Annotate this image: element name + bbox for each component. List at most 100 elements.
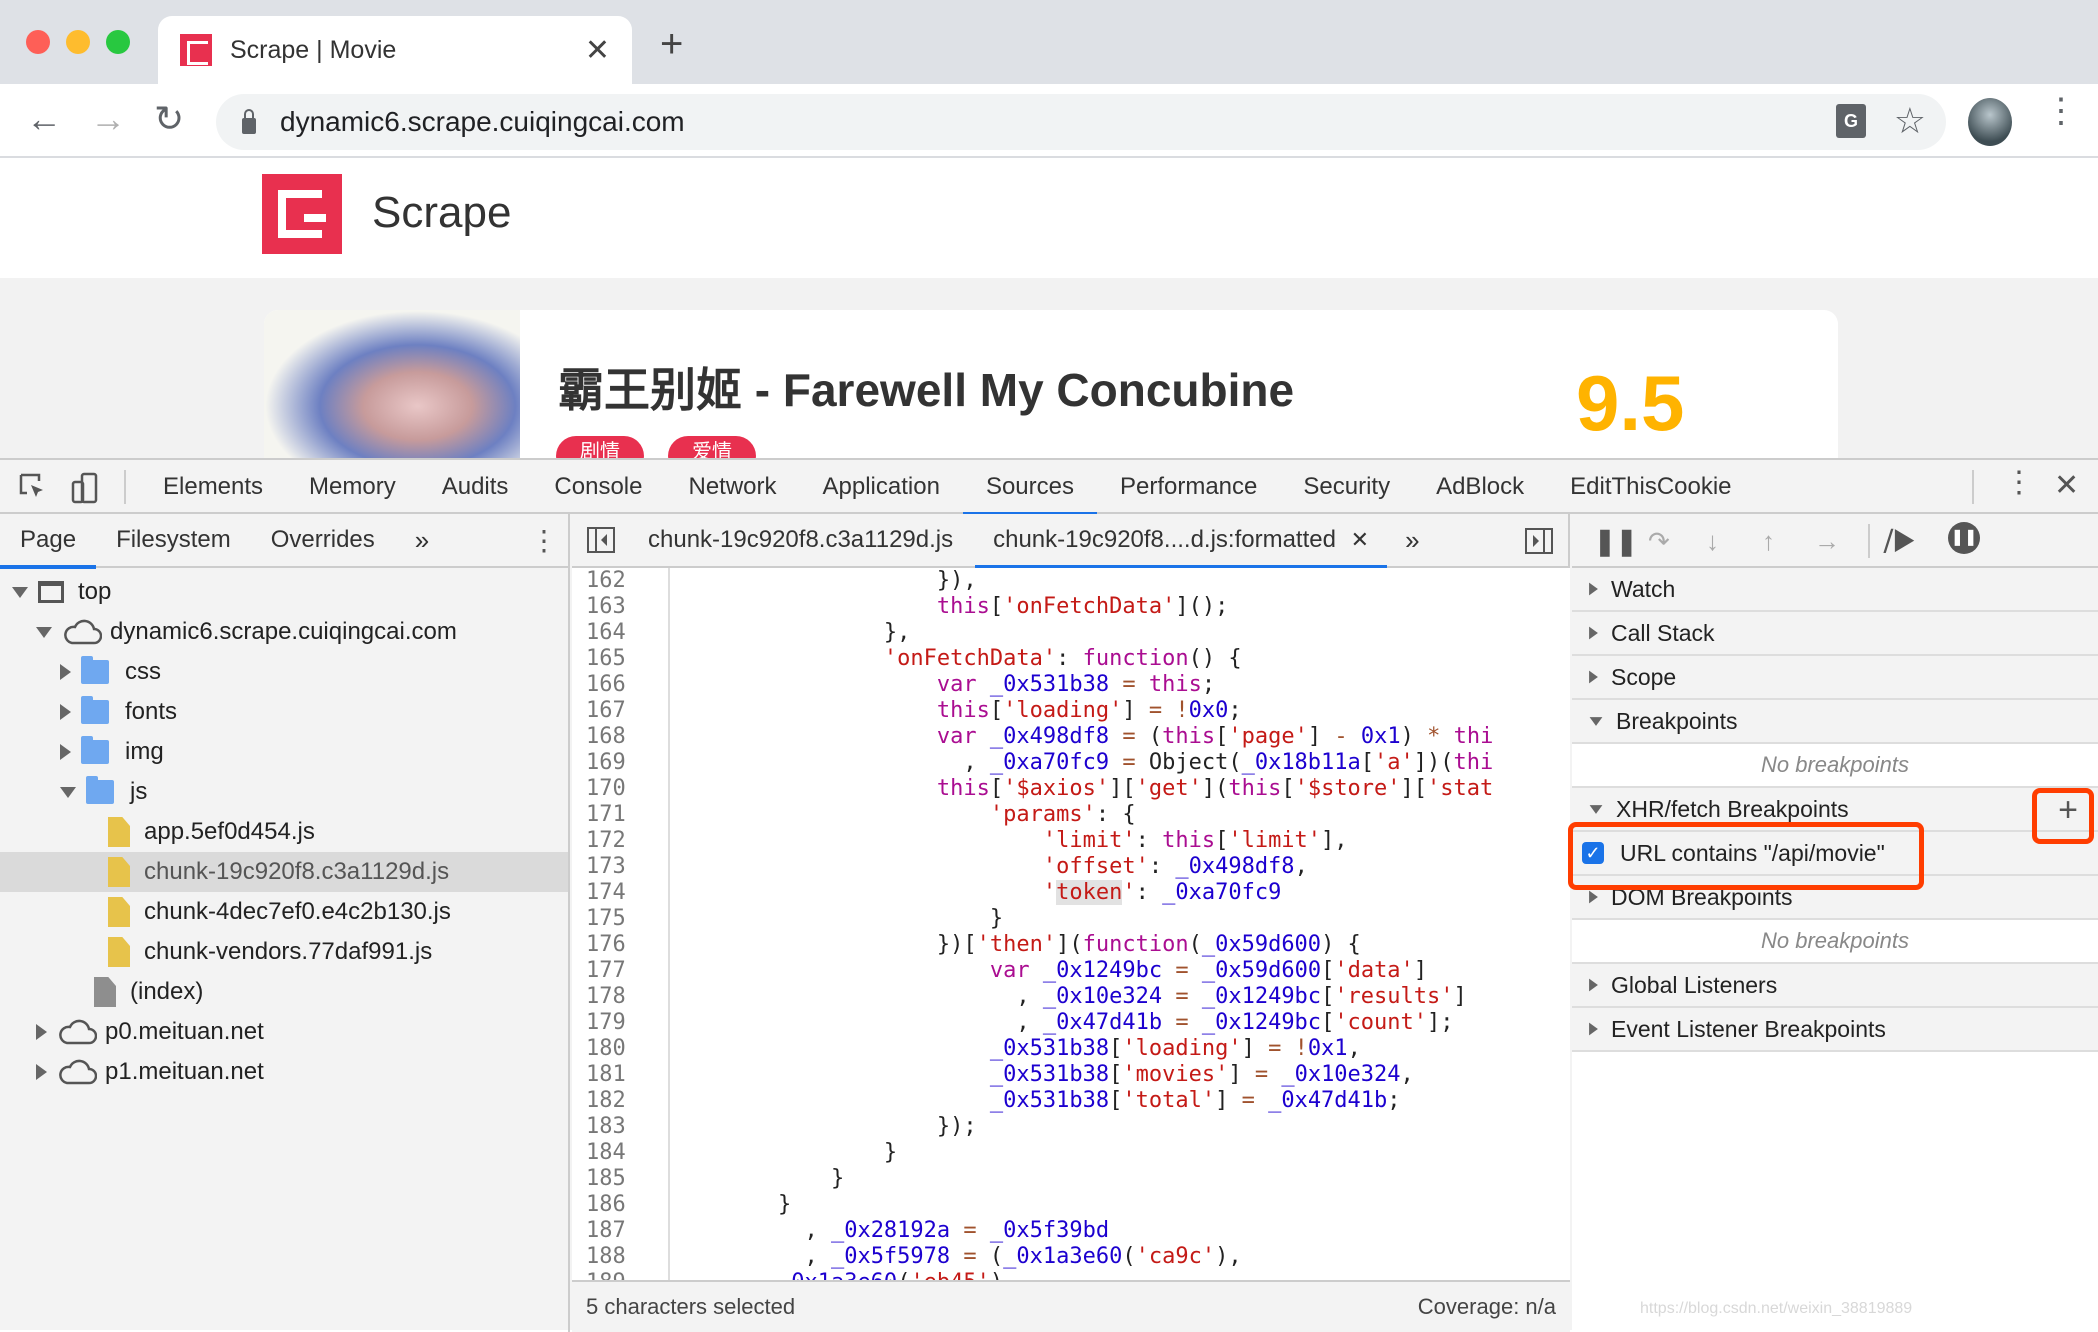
code-line[interactable]: } [672,1166,1570,1192]
tree-item-js-file[interactable]: app.5ef0d454.js [0,812,568,852]
close-tab-icon[interactable]: ✕ [585,33,610,68]
line-number[interactable]: 188 [572,1244,668,1270]
navigator-tab-overrides[interactable]: Overrides [251,513,395,567]
line-number[interactable]: 187 [572,1218,668,1244]
section-callstack[interactable]: Call Stack [1572,612,2098,656]
devtools-tab-network[interactable]: Network [665,460,799,514]
deactivate-breakpoints-icon[interactable]: ⧸▶ [1884,526,1916,558]
line-number[interactable]: 167 [572,698,668,724]
code-lines[interactable]: }), this['onFetchData'](); }, 'onFetchDa… [672,568,1570,1280]
line-number[interactable]: 186 [572,1192,668,1218]
reload-icon[interactable]: ↻ [154,98,184,140]
code-line[interactable]: , _0x28192a = _0x5f39bd [672,1218,1570,1244]
expand-arrow-down-icon[interactable] [36,626,52,638]
line-number[interactable]: 165 [572,646,668,672]
tree-item-doc-file[interactable]: (index) [0,972,568,1012]
devtools-tab-sources[interactable]: Sources [962,460,1098,516]
toggle-navigator-icon[interactable] [586,526,616,554]
tree-item-folder[interactable]: fonts [0,692,568,732]
star-icon[interactable]: ☆ [1894,100,1926,142]
expand-arrow-down-icon[interactable] [1589,804,1603,814]
scrape-logo-icon[interactable] [262,174,342,254]
address-bar[interactable]: dynamic6.scrape.cuiqingcai.com G ☆ [216,94,1946,150]
code-line[interactable]: } [672,1192,1570,1218]
pause-icon[interactable]: ❚❚ [1594,526,1638,557]
lock-icon[interactable] [242,109,256,134]
line-number-gutter[interactable]: 162 163 164 165 166 167 168 169 170 171 172 173 174 1… [572,568,670,1280]
expand-arrow-right-icon[interactable] [60,704,71,720]
step-over-icon[interactable]: ↷ [1648,526,1670,557]
line-number[interactable]: 169 [572,750,668,776]
devtools-tab-editthiscookie[interactable]: EditThisCookie [1547,460,1754,514]
line-number[interactable]: 164 [572,620,668,646]
line-number[interactable]: 172 [572,828,668,854]
back-icon[interactable]: ← [26,98,62,140]
expand-arrow-right-icon[interactable] [1589,626,1598,640]
tree-item-frame[interactable]: top [0,572,568,612]
expand-arrow-right-icon[interactable] [36,1064,47,1080]
new-tab-button[interactable]: + [660,22,683,67]
minimize-window-button[interactable] [66,30,90,54]
line-number[interactable]: 178 [572,984,668,1010]
tree-item-js-file[interactable]: chunk-vendors.77daf991.js [0,932,568,972]
line-number[interactable]: 162 [572,568,668,594]
code-line[interactable]: _0x1a3e60('eb45') [672,1270,1570,1280]
devtools-tab-elements[interactable]: Elements [140,460,286,514]
devtools-tab-console[interactable]: Console [531,460,665,514]
line-number[interactable]: 163 [572,594,668,620]
code-line[interactable]: _0x531b38['movies'] = _0x10e324, [672,1062,1570,1088]
devtools-tab-security[interactable]: Security [1280,460,1413,514]
code-line[interactable]: var _0x531b38 = this; [672,672,1570,698]
code-line[interactable]: this['$axios']['get'](this['$store']['st… [672,776,1570,802]
navigator-menu-icon[interactable]: ⋮ [530,524,558,557]
section-event[interactable]: Event Listener Breakpoints [1572,1008,2098,1052]
expand-arrow-right-icon[interactable] [1589,890,1598,904]
line-number[interactable]: 168 [572,724,668,750]
devtools-more-icon[interactable]: ⋮ [2004,468,2034,498]
code-line[interactable]: this['loading'] = !0x0; [672,698,1570,724]
translate-icon[interactable]: G [1836,104,1866,138]
line-number[interactable]: 181 [572,1062,668,1088]
step-out-icon[interactable]: ↑ [1762,526,1775,557]
code-line[interactable]: _0x531b38['total'] = _0x47d41b; [672,1088,1570,1114]
code-line[interactable]: }, [672,620,1570,646]
tree-item-folder[interactable]: css [0,652,568,692]
kebab-menu-icon[interactable]: ⋮ [2044,94,2078,128]
inspect-element-icon[interactable] [18,472,48,502]
section-breakpoints[interactable]: Breakpoints [1572,700,2098,744]
editor-tab-source[interactable]: chunk-19c920f8.c3a1129d.js [630,513,971,567]
code-line[interactable]: , _0x47d41b = _0x1249bc['count']; [672,1010,1570,1036]
code-line[interactable]: } [672,906,1570,932]
expand-arrow-down-icon[interactable] [60,786,76,798]
section-global[interactable]: Global Listeners [1572,964,2098,1008]
movie-title[interactable]: 霸王别姬 - Farewell My Concubine [558,354,1294,420]
forward-icon[interactable]: → [90,98,126,140]
devtools-tab-memory[interactable]: Memory [286,460,419,514]
line-number[interactable]: 183 [572,1114,668,1140]
line-number[interactable]: 184 [572,1140,668,1166]
xhr-breakpoint-item[interactable]: ✓ URL contains "/api/movie" [1572,832,2098,876]
code-line[interactable]: 'offset': _0x498df8, [672,854,1570,880]
tree-item-folder[interactable]: js [0,772,568,812]
expand-arrow-right-icon[interactable] [60,664,71,680]
browser-tab[interactable]: Scrape | Movie ✕ [158,16,632,84]
line-number[interactable]: 179 [572,1010,668,1036]
code-line[interactable]: _0x531b38['loading'] = !0x1, [672,1036,1570,1062]
tree-item-js-file[interactable]: chunk-19c920f8.c3a1129d.js [0,852,568,892]
device-toolbar-icon[interactable] [70,472,100,504]
tree-item-domain[interactable]: dynamic6.scrape.cuiqingcai.com [0,612,568,652]
code-line[interactable]: 'limit': this['limit'], [672,828,1570,854]
code-line[interactable]: 'onFetchData': function() { [672,646,1570,672]
code-line[interactable]: })['then'](function(_0x59d600) { [672,932,1570,958]
url-text[interactable]: dynamic6.scrape.cuiqingcai.com [280,106,685,138]
code-line[interactable]: , _0x10e324 = _0x1249bc['results'] [672,984,1570,1010]
line-number[interactable]: 166 [572,672,668,698]
tree-item-js-file[interactable]: chunk-4dec7ef0.e4c2b130.js [0,892,568,932]
close-window-button[interactable] [26,30,50,54]
expand-arrow-down-icon[interactable] [12,586,28,598]
code-line[interactable]: var _0x1249bc = _0x59d600['data'] [672,958,1570,984]
expand-arrow-right-icon[interactable] [60,744,71,760]
code-line[interactable]: var _0x498df8 = (this['page'] - 0x1) * t… [672,724,1570,750]
expand-arrow-right-icon[interactable] [1589,978,1598,992]
line-number[interactable]: 180 [572,1036,668,1062]
